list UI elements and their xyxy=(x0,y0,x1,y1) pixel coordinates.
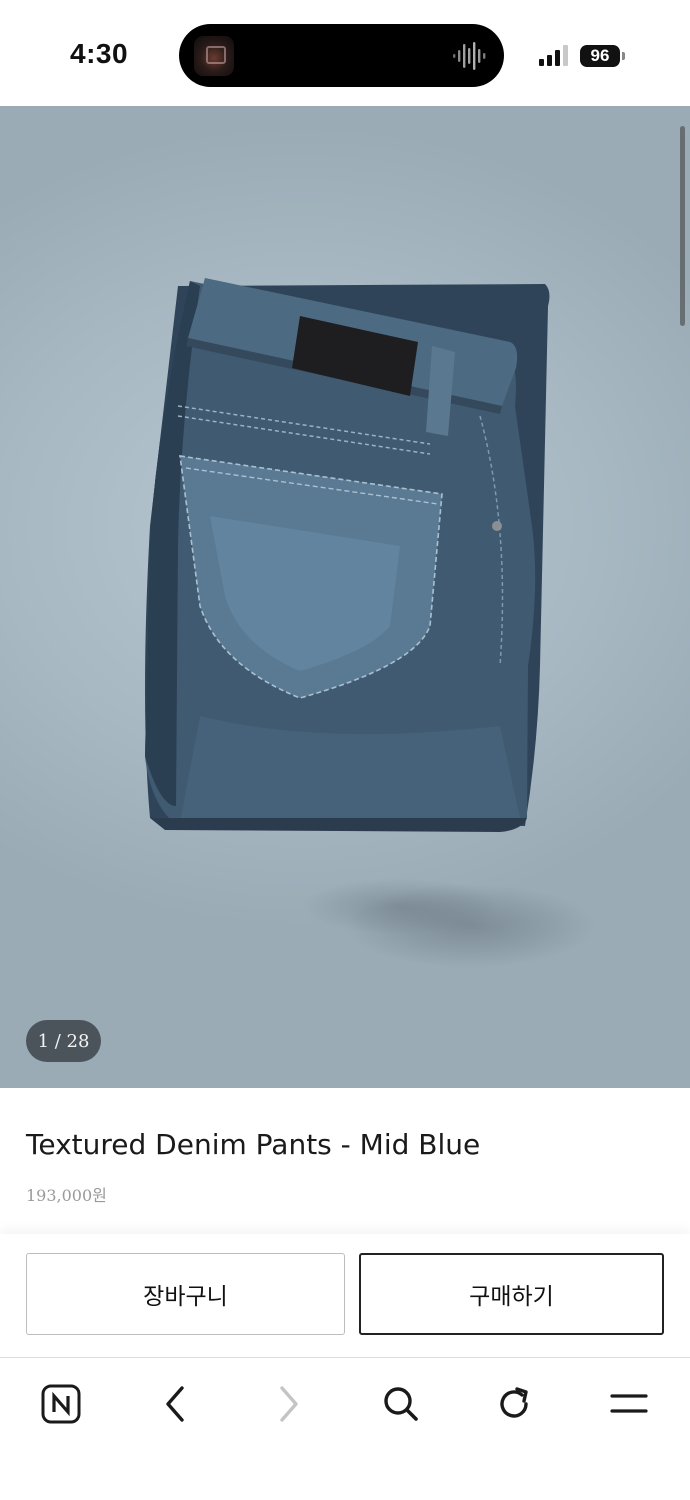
battery-level: 96 xyxy=(580,45,620,67)
status-bar: 4:30 96 xyxy=(0,0,690,106)
dynamic-island[interactable] xyxy=(179,24,504,87)
forward-arrow-icon[interactable] xyxy=(264,1379,314,1429)
product-photo-jeans xyxy=(145,278,550,832)
naver-home-icon[interactable] xyxy=(36,1379,86,1429)
reload-icon[interactable] xyxy=(490,1379,540,1429)
product-image-carousel[interactable]: 1 / 28 xyxy=(0,106,690,1088)
product-title: Textured Denim Pants - Mid Blue xyxy=(26,1128,481,1161)
back-arrow-icon[interactable] xyxy=(150,1379,200,1429)
battery-tip xyxy=(622,52,625,60)
image-counter-badge: 1 / 28 xyxy=(26,1020,101,1062)
page-scroll-indicator[interactable] xyxy=(680,126,685,326)
add-to-cart-button[interactable]: 장바구니 xyxy=(26,1253,345,1335)
album-art-icon[interactable] xyxy=(194,36,234,76)
browser-toolbar xyxy=(0,1359,690,1500)
cellular-signal-icon xyxy=(539,45,568,66)
menu-icon[interactable] xyxy=(604,1379,654,1429)
product-price: 193,000원 xyxy=(26,1186,107,1205)
waveform-icon xyxy=(453,42,486,70)
search-icon[interactable] xyxy=(376,1379,426,1429)
status-time: 4:30 xyxy=(70,38,129,69)
buy-now-button[interactable]: 구매하기 xyxy=(359,1253,664,1335)
purchase-action-bar: 장바구니 구매하기 xyxy=(0,1234,690,1358)
battery-indicator: 96 xyxy=(580,45,626,67)
product-info: Textured Denim Pants - Mid Blue 193,000원 xyxy=(0,1088,690,1234)
